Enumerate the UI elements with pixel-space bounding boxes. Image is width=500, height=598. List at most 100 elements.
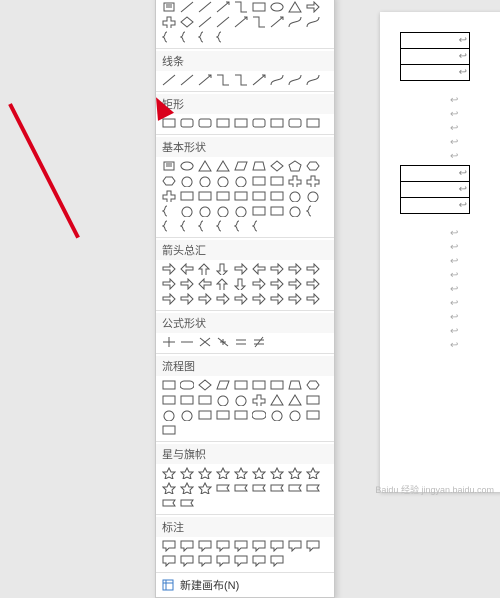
arrows-shape-26[interactable] [304, 292, 321, 306]
recent-shape-2[interactable] [196, 0, 213, 14]
stars-shape-4[interactable] [232, 466, 249, 480]
callouts-shape-4[interactable] [232, 539, 249, 553]
arrows-shape-5[interactable] [250, 262, 267, 276]
flow-shape-15[interactable] [268, 393, 285, 407]
callouts-shape-10[interactable] [178, 554, 195, 568]
arrows-shape-19[interactable] [178, 292, 195, 306]
flow-shape-8[interactable] [304, 378, 321, 392]
arrows-shape-9[interactable] [160, 277, 177, 291]
rect-shape-8[interactable] [304, 116, 321, 130]
callouts-shape-0[interactable] [160, 539, 177, 553]
basic-shape-18[interactable] [160, 189, 177, 203]
arrows-shape-8[interactable] [304, 262, 321, 276]
arrows-shape-13[interactable] [232, 277, 249, 291]
new-canvas-button[interactable]: 新建画布(N) [156, 573, 334, 597]
basic-shape-24[interactable] [268, 189, 285, 203]
callouts-shape-12[interactable] [214, 554, 231, 568]
basic-shape-21[interactable] [214, 189, 231, 203]
stars-shape-13[interactable] [232, 481, 249, 495]
callouts-shape-15[interactable] [268, 554, 285, 568]
lines-shape-3[interactable] [214, 73, 231, 87]
flow-shape-4[interactable] [232, 378, 249, 392]
basic-shape-4[interactable] [232, 159, 249, 173]
basic-shape-37[interactable] [178, 219, 195, 233]
flow-shape-3[interactable] [214, 378, 231, 392]
recent-shape-11[interactable] [196, 15, 213, 29]
callouts-shape-8[interactable] [304, 539, 321, 553]
rect-shape-3[interactable] [214, 116, 231, 130]
arrows-shape-1[interactable] [178, 262, 195, 276]
recent-shape-13[interactable] [232, 15, 249, 29]
recent-shape-17[interactable] [304, 15, 321, 29]
flow-shape-14[interactable] [250, 393, 267, 407]
arrows-shape-18[interactable] [160, 292, 177, 306]
callouts-shape-6[interactable] [268, 539, 285, 553]
stars-shape-18[interactable] [160, 496, 177, 510]
recent-shape-5[interactable] [250, 0, 267, 14]
callouts-shape-2[interactable] [196, 539, 213, 553]
basic-shape-22[interactable] [232, 189, 249, 203]
formula-shape-2[interactable] [196, 335, 213, 349]
stars-shape-10[interactable] [178, 481, 195, 495]
arrows-shape-23[interactable] [250, 292, 267, 306]
arrows-shape-16[interactable] [286, 277, 303, 291]
basic-shape-1[interactable] [178, 159, 195, 173]
arrows-shape-11[interactable] [196, 277, 213, 291]
flow-shape-26[interactable] [304, 408, 321, 422]
lines-shape-2[interactable] [196, 73, 213, 87]
flow-shape-6[interactable] [268, 378, 285, 392]
lines-shape-1[interactable] [178, 73, 195, 87]
flow-shape-19[interactable] [178, 408, 195, 422]
flow-shape-12[interactable] [214, 393, 231, 407]
callouts-shape-13[interactable] [232, 554, 249, 568]
stars-shape-0[interactable] [160, 466, 177, 480]
basic-shape-38[interactable] [196, 219, 213, 233]
flow-shape-2[interactable] [196, 378, 213, 392]
basic-shape-11[interactable] [196, 174, 213, 188]
lines-shape-5[interactable] [250, 73, 267, 87]
basic-shape-25[interactable] [286, 189, 303, 203]
flow-shape-27[interactable] [160, 423, 177, 437]
callouts-shape-3[interactable] [214, 539, 231, 553]
basic-shape-17[interactable] [304, 174, 321, 188]
flow-shape-9[interactable] [160, 393, 177, 407]
basic-shape-31[interactable] [232, 204, 249, 218]
basic-shape-15[interactable] [268, 174, 285, 188]
arrows-shape-24[interactable] [268, 292, 285, 306]
recent-shape-16[interactable] [286, 15, 303, 29]
formula-shape-5[interactable] [250, 335, 267, 349]
callouts-shape-1[interactable] [178, 539, 195, 553]
flow-shape-25[interactable] [286, 408, 303, 422]
recent-shape-0[interactable] [160, 0, 177, 14]
stars-shape-8[interactable] [304, 466, 321, 480]
arrows-shape-17[interactable] [304, 277, 321, 291]
basic-shape-19[interactable] [178, 189, 195, 203]
basic-shape-12[interactable] [214, 174, 231, 188]
recent-shape-7[interactable] [286, 0, 303, 14]
basic-shape-41[interactable] [250, 219, 267, 233]
basic-shape-14[interactable] [250, 174, 267, 188]
arrows-shape-15[interactable] [268, 277, 285, 291]
rect-shape-4[interactable] [232, 116, 249, 130]
basic-shape-20[interactable] [196, 189, 213, 203]
flow-shape-23[interactable] [250, 408, 267, 422]
recent-shape-9[interactable] [160, 15, 177, 29]
stars-shape-3[interactable] [214, 466, 231, 480]
recent-shape-18[interactable] [160, 30, 177, 44]
basic-shape-29[interactable] [196, 204, 213, 218]
stars-shape-16[interactable] [286, 481, 303, 495]
basic-shape-9[interactable] [160, 174, 177, 188]
stars-shape-5[interactable] [250, 466, 267, 480]
basic-shape-34[interactable] [286, 204, 303, 218]
stars-shape-19[interactable] [178, 496, 195, 510]
flow-shape-24[interactable] [268, 408, 285, 422]
flow-shape-20[interactable] [196, 408, 213, 422]
recent-shape-10[interactable] [178, 15, 195, 29]
stars-shape-1[interactable] [178, 466, 195, 480]
basic-shape-28[interactable] [178, 204, 195, 218]
flow-shape-18[interactable] [160, 408, 177, 422]
recent-shape-6[interactable] [268, 0, 285, 14]
arrows-shape-20[interactable] [196, 292, 213, 306]
recent-shape-3[interactable] [214, 0, 231, 14]
arrows-shape-25[interactable] [286, 292, 303, 306]
